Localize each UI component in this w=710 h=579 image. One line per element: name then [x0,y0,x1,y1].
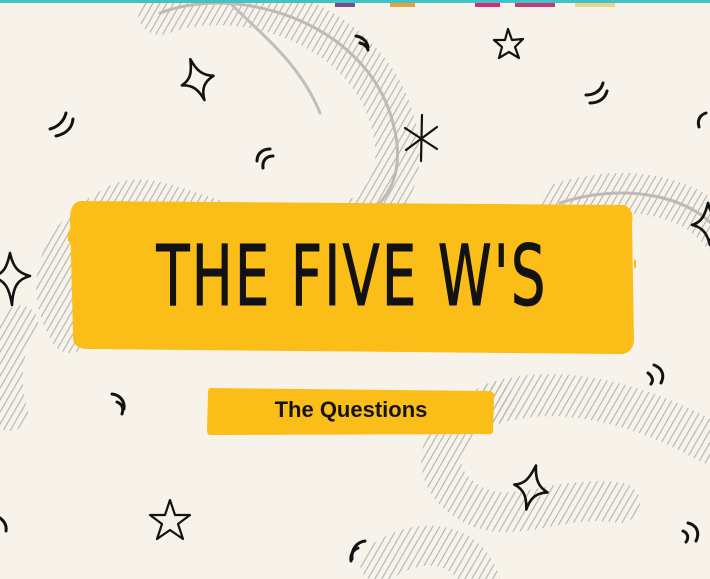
four-point-star-icon [180,57,215,102]
slide-title: THE FIVE W'S [156,227,548,326]
four-point-star-icon [0,251,32,307]
five-point-star-icon [492,27,525,60]
slide: THE FIVE W'S The Questions [0,0,710,579]
five-point-star-icon [148,498,192,541]
double-tick-mark-icon [646,363,665,386]
double-tick-mark-icon [48,111,75,138]
double-tick-mark-icon [696,111,708,129]
double-tick-mark-icon [110,392,126,416]
double-tick-mark-icon [255,147,275,170]
double-tick-mark-icon [0,516,8,533]
double-tick-mark-icon [681,521,700,544]
slide-subtitle: The Questions [274,397,428,422]
double-tick-mark-icon [584,81,609,105]
